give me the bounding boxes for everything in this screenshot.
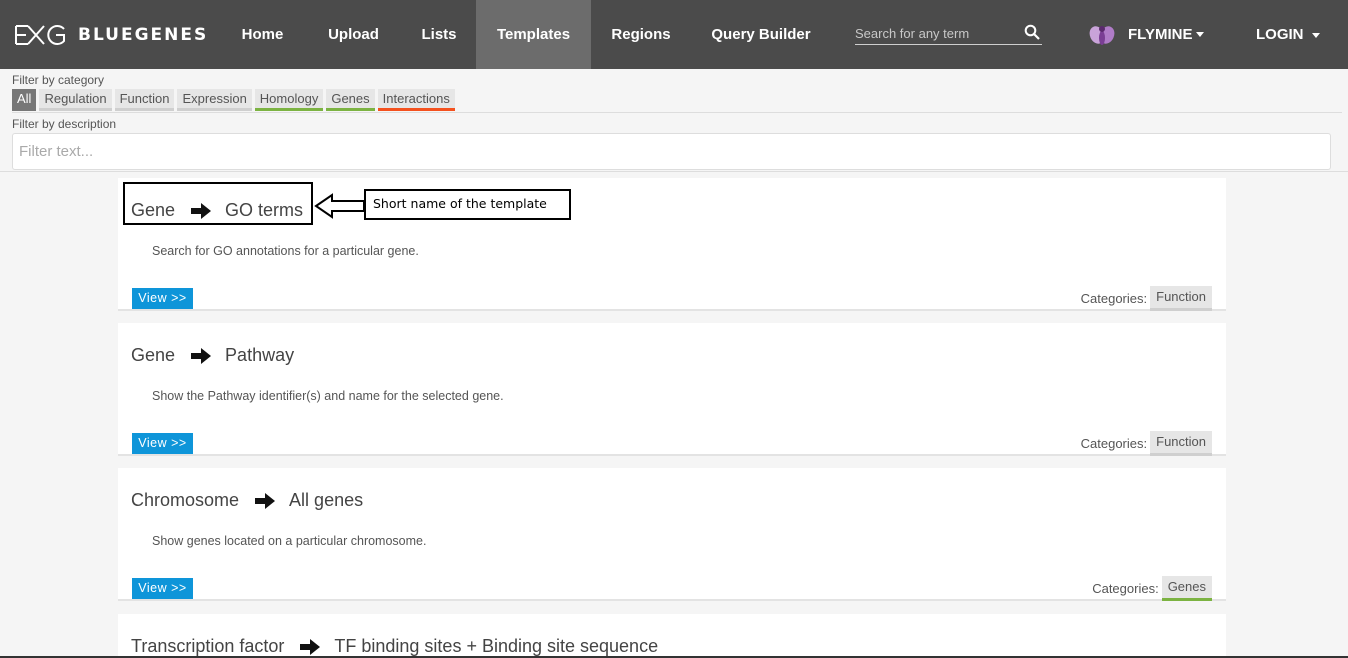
template-categories: Categories: Function — [1081, 286, 1212, 311]
category-genes[interactable]: Genes — [326, 89, 375, 111]
template-categories: Categories: Genes — [1092, 576, 1212, 601]
category-tag-function[interactable]: Function — [1150, 431, 1212, 456]
template-to: Pathway — [225, 345, 295, 365]
divider — [12, 112, 1342, 113]
description-filter-input[interactable] — [12, 133, 1331, 170]
category-expression[interactable]: Expression — [177, 89, 252, 111]
template-from: Chromosome — [131, 490, 240, 510]
category-all[interactable]: All — [12, 89, 37, 111]
categories-label: Categories: — [1092, 581, 1159, 596]
categories-label: Categories: — [1080, 291, 1148, 306]
nav-lists[interactable]: Lists — [410, 0, 468, 69]
mine-name: FLYMINE — [1128, 25, 1193, 43]
template-title[interactable]: Chromosome All genes — [131, 490, 363, 511]
search-icon[interactable] — [1024, 24, 1040, 40]
template-card: Chromosome All genes Show genes located … — [118, 468, 1226, 601]
category-homology[interactable]: Homology — [254, 89, 324, 111]
category-interactions[interactable]: Interactions — [377, 89, 455, 111]
category-regulation[interactable]: Regulation — [39, 89, 112, 111]
category-filter-label: Filter by category — [12, 73, 105, 87]
view-button[interactable]: View >> — [132, 578, 193, 599]
description-filter-label: Filter by description — [12, 117, 117, 131]
template-from: Gene — [131, 345, 176, 365]
categories-label: Categories: — [1080, 436, 1148, 451]
top-navbar: BLUEGENES Home Upload Lists Templates Re… — [0, 0, 1348, 69]
nav-regions[interactable]: Regions — [600, 0, 682, 69]
global-search — [855, 22, 1042, 45]
mine-selector[interactable]: FLYMINE — [1088, 20, 1205, 48]
template-description: Show the Pathway identifier(s) and name … — [152, 389, 504, 403]
template-to: All genes — [289, 490, 364, 510]
annotation-highlight-box — [123, 182, 313, 225]
brand-name: BLUEGENES — [78, 25, 209, 45]
template-categories: Categories: Function — [1081, 431, 1212, 456]
annotation-arrow-icon — [314, 193, 365, 219]
template-description: Show genes located on a particular chrom… — [152, 534, 427, 548]
template-from: Transcription factor — [131, 636, 285, 656]
nav-query-builder[interactable]: Query Builder — [700, 0, 822, 69]
login-menu[interactable]: LOGIN — [1256, 0, 1320, 69]
view-button[interactable]: View >> — [132, 288, 193, 309]
nav-templates[interactable]: Templates — [476, 0, 591, 69]
arrow-right-icon — [255, 492, 276, 509]
template-title[interactable]: Transcription factor TF binding sites + … — [131, 636, 658, 657]
arrow-right-icon — [300, 638, 321, 655]
template-description: Search for GO annotations for a particul… — [152, 244, 419, 258]
nav-upload[interactable]: Upload — [315, 0, 392, 69]
arrow-right-icon — [191, 347, 212, 364]
chevron-down-icon — [1196, 31, 1205, 37]
category-function[interactable]: Function — [114, 89, 175, 111]
template-title[interactable]: Gene Pathway — [131, 345, 294, 366]
view-button[interactable]: View >> — [132, 433, 193, 454]
template-card: Gene Pathway Show the Pathway identifier… — [118, 323, 1226, 456]
filter-panel: Filter by category All Regulation Functi… — [0, 69, 1348, 172]
nav-home[interactable]: Home — [225, 0, 300, 69]
login-label: LOGIN — [1256, 26, 1304, 43]
bluegenes-logo-icon — [15, 25, 65, 45]
template-to: TF binding sites + Binding site sequence — [334, 636, 659, 656]
category-tag-genes[interactable]: Genes — [1161, 576, 1212, 601]
brand[interactable]: BLUEGENES — [14, 22, 208, 48]
template-card: Transcription factor TF binding sites + … — [118, 614, 1226, 658]
chevron-down-icon — [1311, 32, 1320, 38]
global-search-input[interactable] — [855, 22, 1015, 44]
flymine-logo-icon — [1089, 26, 1115, 45]
category-tag-function[interactable]: Function — [1150, 286, 1212, 311]
annotation-label: Short name of the template — [364, 189, 571, 220]
category-filter-list: All Regulation Function Expression Homol… — [12, 89, 458, 113]
